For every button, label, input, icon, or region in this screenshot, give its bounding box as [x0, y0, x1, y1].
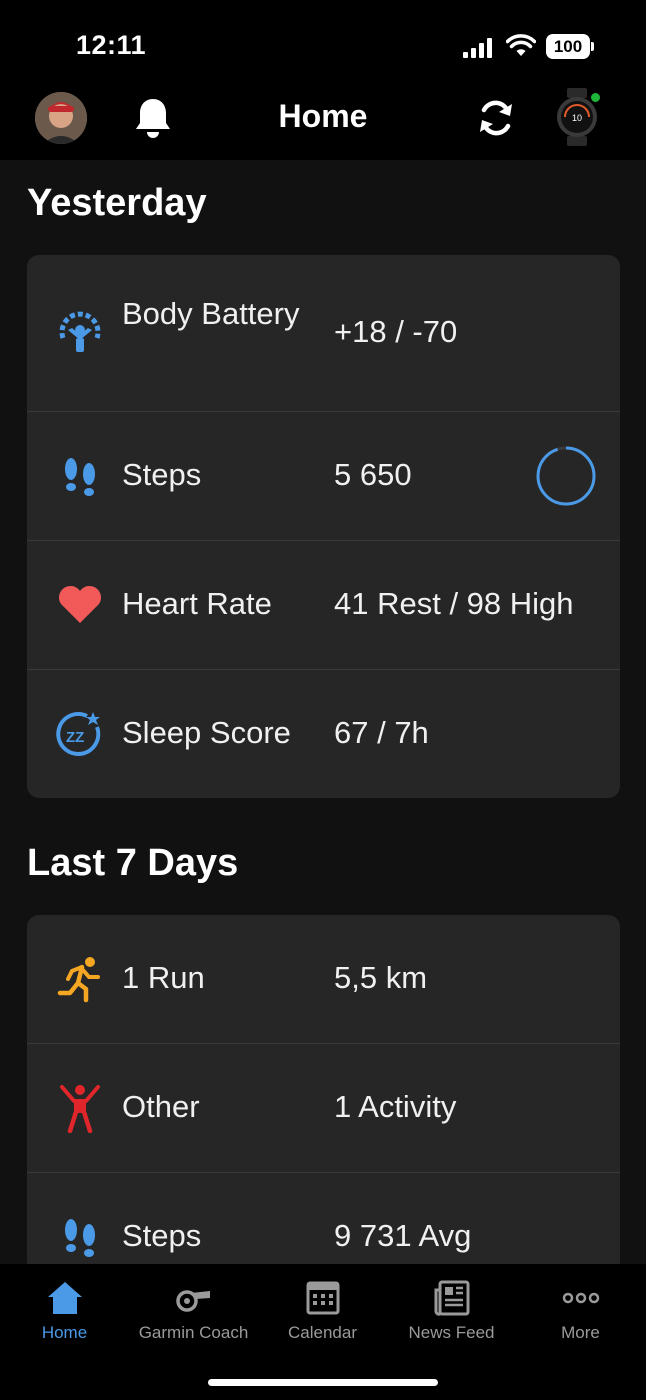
more-dots-icon — [562, 1292, 599, 1304]
row-value: 41 Rest / 98 High — [334, 586, 574, 621]
heart-icon — [53, 578, 107, 632]
row-sleep-score[interactable]: ZZ Sleep Score 67 / 7h — [27, 670, 620, 798]
row-value: 1 Activity — [334, 1089, 457, 1124]
tab-label: News Feed — [408, 1323, 495, 1342]
row-value: 67 / 7h — [334, 715, 429, 750]
battery-level: 100 — [546, 34, 590, 59]
row-heart-rate[interactable]: Heart Rate 41 Rest / 98 High — [27, 541, 620, 670]
row-other[interactable]: Other 1 Activity — [27, 1044, 620, 1173]
steps-goal-progress-ring — [536, 446, 596, 506]
row-label: 1 Run — [122, 960, 205, 995]
row-body-battery[interactable]: Body Battery +18 / -70 — [27, 255, 620, 412]
row-label: Body Battery — [122, 296, 300, 331]
home-indicator — [208, 1379, 438, 1386]
wifi-icon — [506, 34, 536, 56]
running-icon — [53, 952, 107, 1006]
row-value: 5 650 — [334, 457, 412, 492]
person-jumping-icon — [53, 1081, 107, 1135]
tab-label: Garmin Coach — [138, 1323, 249, 1342]
footprints-icon — [53, 1210, 107, 1264]
body-battery-icon — [53, 306, 107, 360]
row-value: +18 / -70 — [334, 314, 458, 349]
status-time: 12:11 — [76, 30, 147, 60]
cellular-signal-icon — [463, 38, 492, 58]
row-label: Other — [122, 1089, 200, 1124]
svg-text:ZZ: ZZ — [66, 729, 84, 746]
row-label: Heart Rate — [122, 586, 272, 621]
top-nav: Home 10 — [0, 84, 646, 160]
last-7-days-card: 1 Run 5,5 km Other 1 Activity Steps 9 73… — [27, 915, 620, 1275]
section-title-last-7-days: Last 7 Days — [27, 842, 239, 884]
tab-calendar[interactable]: Calendar — [258, 1264, 387, 1364]
footprints-icon — [53, 449, 107, 503]
yesterday-card: Body Battery +18 / -70 Steps 5 650 Heart… — [27, 255, 620, 798]
status-bar: 12:11 100 — [0, 0, 646, 84]
row-steps-avg[interactable]: Steps 9 731 Avg — [27, 1173, 620, 1275]
calendar-icon — [306, 1281, 339, 1315]
tab-more[interactable]: More — [516, 1264, 645, 1364]
tab-news-feed[interactable]: News Feed — [387, 1264, 516, 1364]
row-value: 5,5 km — [334, 960, 428, 995]
row-steps[interactable]: Steps 5 650 — [27, 412, 620, 541]
row-label: Steps — [122, 1218, 202, 1253]
sync-icon[interactable] — [474, 96, 518, 140]
row-value: 9 731 Avg — [334, 1218, 472, 1253]
row-label: Sleep Score — [122, 715, 291, 750]
row-label: Steps — [122, 457, 202, 492]
tab-label: Calendar — [288, 1323, 357, 1342]
sleep-icon: ZZ — [53, 707, 107, 761]
connection-status-dot — [589, 91, 602, 104]
svg-text:10: 10 — [572, 113, 582, 123]
section-title-yesterday: Yesterday — [27, 182, 207, 224]
tab-label: Home — [41, 1323, 88, 1342]
home-icon — [47, 1282, 82, 1314]
tab-home[interactable]: Home — [0, 1264, 129, 1364]
row-run[interactable]: 1 Run 5,5 km — [27, 915, 620, 1044]
whistle-icon — [175, 1290, 210, 1312]
battery-icon: 100 — [546, 34, 594, 59]
tab-label: More — [561, 1323, 600, 1342]
newspaper-icon — [434, 1280, 469, 1316]
page-title: Home — [278, 98, 368, 134]
tab-garmin-coach[interactable]: Garmin Coach — [129, 1264, 258, 1364]
